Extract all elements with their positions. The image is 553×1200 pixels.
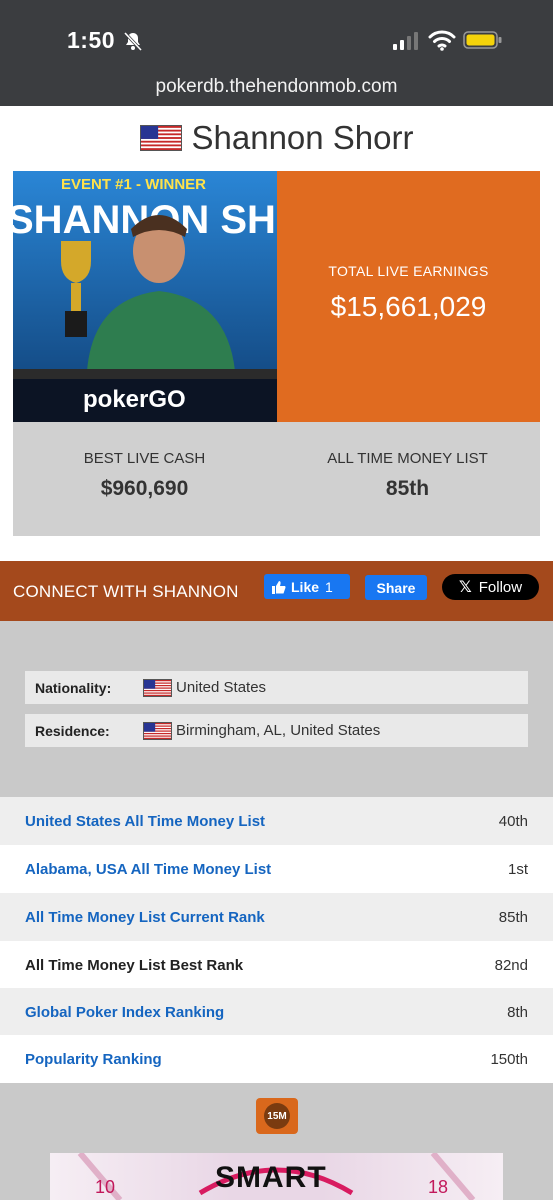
ranking-value: 40th [498, 812, 528, 830]
total-earnings-value: $15,661,029 [330, 291, 487, 322]
total-earnings-label: TOTAL LIVE EARNINGS [328, 263, 489, 279]
battery-icon [463, 31, 502, 49]
residence-value: Birmingham, AL, United States [176, 722, 381, 739]
best-live-cash-value: $960,690 [100, 477, 189, 500]
ranking-row-gpi: Global Poker Index Ranking 8th [0, 988, 553, 1036]
stats-box: BEST LIVE CASH $960,690 ALL TIME MONEY L… [13, 422, 540, 536]
wifi-icon [428, 30, 456, 51]
photo-brand: pokerGO [83, 386, 186, 413]
residence-row: Residence: Birmingham, AL, United States [25, 714, 528, 747]
ranking-link-us-money-list[interactable]: United States All Time Money List [25, 813, 265, 830]
all-time-money-list-label: ALL TIME MONEY LIST [327, 450, 488, 467]
ranking-label-best-rank: All Time Money List Best Rank [25, 956, 244, 974]
photo-banner: EVENT #1 - WINNER [61, 176, 206, 193]
ranking-row-us-money-list: United States All Time Money List 40th [0, 797, 553, 845]
ranking-row-popularity: Popularity Ranking 150th [0, 1035, 553, 1083]
thumbs-up-icon [272, 580, 286, 594]
15m-badge-label: 15M [264, 1103, 290, 1129]
browser-chrome: 1:50 pokerdb.thehendonmob.com [0, 0, 553, 106]
ranking-value: 85th [498, 908, 528, 926]
ranking-value: 8th [507, 1003, 528, 1021]
nationality-key: Nationality: [35, 679, 112, 696]
player-photo: EVENT #1 - WINNER SHANNON SHORR pokerGO [13, 171, 277, 422]
player-header: Shannon Shorr [0, 106, 553, 170]
ad-text: SMART [215, 1161, 327, 1194]
us-flag-icon [143, 678, 172, 697]
x-logo-icon: 𝕏 [458, 579, 472, 596]
cell-signal-icon [393, 32, 418, 50]
ad-left-number: 10 [95, 1177, 116, 1197]
winner-photo-image: EVENT #1 - WINNER SHANNON SHORR pokerGO [13, 171, 277, 422]
15m-badge[interactable]: 15M [256, 1098, 298, 1134]
facebook-share-button[interactable]: Share [365, 575, 427, 600]
ranking-link-alabama-money-list[interactable]: Alabama, USA All Time Money List [25, 861, 271, 878]
total-earnings-box: TOTAL LIVE EARNINGS $15,661,029 [277, 171, 540, 422]
ranking-row-current-rank: All Time Money List Current Rank 85th [0, 893, 553, 941]
ranking-value: 82nd [494, 956, 528, 974]
us-flag-icon [143, 721, 172, 740]
all-time-money-list-value: 85th [385, 477, 430, 500]
residence-key: Residence: [35, 722, 110, 739]
ranking-row-best-rank: All Time Money List Best Rank 82nd [0, 941, 553, 989]
facebook-like-button[interactable]: Like 1 [264, 574, 350, 599]
ranking-value: 1st [507, 860, 528, 878]
connect-label: CONNECT WITH SHANNON [13, 582, 239, 601]
url-bar[interactable]: pokerdb.thehendonmob.com [0, 76, 553, 98]
ad-banner[interactable]: SMART 10 18 [50, 1153, 503, 1200]
ranking-value: 150th [490, 1050, 528, 1068]
ranking-link-popularity[interactable]: Popularity Ranking [25, 1051, 162, 1068]
nationality-row: Nationality: United States [25, 671, 528, 704]
player-name: Shannon Shorr [191, 119, 414, 156]
ranking-row-alabama-money-list: Alabama, USA All Time Money List 1st [0, 845, 553, 893]
best-live-cash: BEST LIVE CASH $960,690 [13, 450, 276, 501]
like-label: Like [291, 578, 320, 595]
ranking-link-gpi[interactable]: Global Poker Index Ranking [25, 1004, 224, 1021]
best-live-cash-label: BEST LIVE CASH [83, 450, 206, 467]
ad-right-number: 18 [428, 1177, 449, 1197]
status-time: 1:50 [67, 27, 116, 53]
bell-muted-icon [123, 31, 143, 52]
ranking-link-current-rank[interactable]: All Time Money List Current Rank [25, 909, 265, 926]
like-count: 1 [325, 578, 333, 595]
us-flag-icon [139, 125, 182, 151]
all-time-money-list: ALL TIME MONEY LIST 85th [276, 450, 539, 501]
nationality-value: United States [176, 679, 267, 696]
x-follow-button[interactable]: 𝕏 Follow [442, 574, 539, 600]
follow-label: Follow [478, 578, 523, 596]
player-info-section [0, 621, 553, 797]
